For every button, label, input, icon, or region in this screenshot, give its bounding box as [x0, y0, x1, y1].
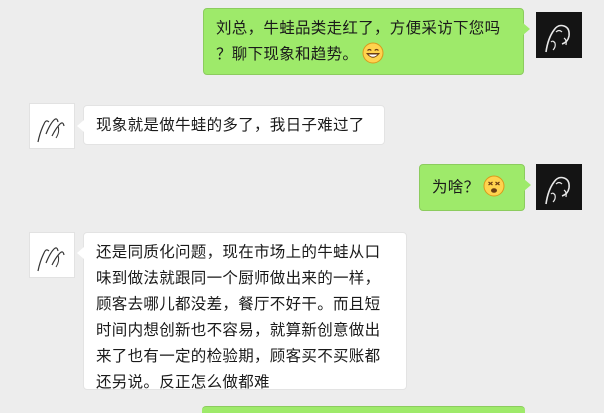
message-bubble-incoming[interactable]: 还是同质化问题，现在市场上的牛蛙从口 味到做法就跟同一个厨师做出来的一样， 顾客… — [77, 232, 407, 391]
message-text: 时间内想创新也不容易，就算新创意做出 — [96, 321, 381, 339]
chat-conversation: 刘总，牛蛙品类走红了，方便采访下您吗 ？聊下现象和趋势。 现象就是做牛蛙的多了，… — [0, 0, 604, 413]
scribble-avatar-icon — [37, 247, 65, 272]
my-avatar[interactable] — [536, 12, 582, 58]
sketch-avatar-icon — [536, 12, 582, 58]
message-bubble-incoming[interactable]: 现象就是做牛蛙的多了，我日子难过了 — [77, 105, 385, 145]
message-text: 现象就是做牛蛙的多了，我日子难过了 — [96, 116, 365, 134]
contact-avatar[interactable] — [29, 103, 75, 149]
message-text: 来了也有一定的检验期，顾客买不买账都 — [96, 347, 381, 365]
message-text: 顾客去哪儿都没差，餐厅不好干。而且短 — [96, 295, 381, 313]
dizzy-face-emoji-icon — [483, 175, 505, 196]
contact-avatar[interactable] — [29, 232, 75, 278]
message-text: 为啥？ — [432, 171, 512, 203]
scribble-avatar-icon — [37, 118, 65, 143]
message-text: 味到做法就跟同一个厨师做出来的一样， — [96, 269, 381, 287]
message-bubble-outgoing[interactable]: 为啥？ — [419, 164, 531, 211]
my-avatar[interactable] — [536, 164, 582, 210]
grin-emoji-icon — [362, 42, 384, 63]
message-text: 还另说。反正怎么做都难 — [96, 373, 270, 391]
sketch-avatar-icon — [536, 164, 582, 210]
message-text: 刘总，牛蛙品类走红了，方便采访下您吗 — [216, 19, 501, 37]
message-text: ？聊下现象和趋势。 — [216, 41, 511, 67]
message-text: 还是同质化问题，现在市场上的牛蛙从口 — [96, 243, 381, 261]
message-bubble-outgoing[interactable]: 刘总，牛蛙品类走红了，方便采访下您吗 ？聊下现象和趋势。 — [203, 8, 530, 75]
